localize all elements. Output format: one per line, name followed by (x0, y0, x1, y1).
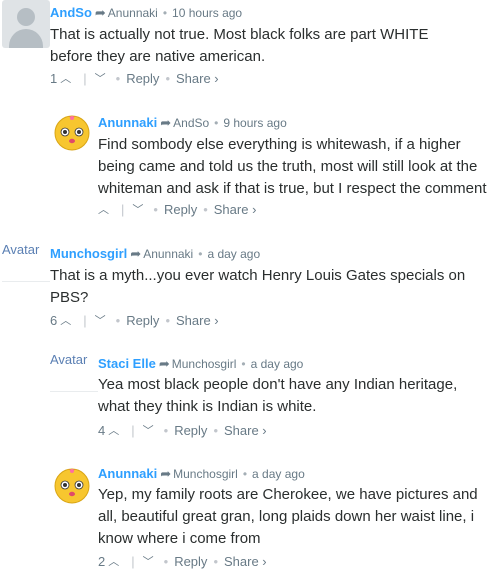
author-name[interactable]: Munchosgirl (50, 246, 127, 261)
comment: Anunnaki ➦ Munchosgirl • a day ago Yep, my f… (0, 463, 496, 574)
upvote-count: 4 (98, 422, 106, 438)
comment-actions: ︿ | ﹀ • Reply • Share › (98, 201, 256, 218)
separator-dot: • (198, 247, 203, 261)
vote-divider: | (83, 312, 87, 328)
parent-author[interactable]: AndSo (173, 116, 209, 130)
vote-divider: | (121, 201, 125, 217)
separator-dot: • (165, 312, 170, 328)
share-button[interactable]: Share › (176, 71, 219, 87)
separator-dot: • (242, 467, 248, 481)
upvote-icon[interactable]: ︿ (60, 313, 71, 329)
separator-dot: • (115, 312, 121, 328)
author-name[interactable]: Anunnaki (98, 115, 157, 130)
avatar-head-shape (17, 8, 35, 26)
comment: Avatar Munchosgirl ➦ Anunnaki • a day ago Th… (0, 243, 496, 333)
reply-arrow-icon: ➦ (158, 356, 170, 371)
separator-dot: • (165, 70, 170, 86)
separator-dot: • (203, 201, 208, 217)
timestamp[interactable]: 9 hours ago (223, 116, 286, 130)
upvote-count: 6 (50, 312, 58, 328)
downvote-icon[interactable]: ﹀ (143, 554, 154, 570)
timestamp[interactable]: a day ago (252, 467, 305, 481)
comment: AndSo ➦ Anunnaki • 10 hours ago That is actu… (0, 0, 496, 90)
downvote-icon[interactable]: ﹀ (143, 423, 154, 439)
author-name[interactable]: Staci Elle (98, 356, 156, 371)
reply-arrow-icon: ➦ (130, 246, 142, 261)
parent-author[interactable]: Munchosgirl (172, 357, 237, 371)
upvote-icon[interactable]: ︿ (108, 423, 119, 439)
reply-button[interactable]: Reply (174, 423, 207, 439)
share-button[interactable]: Share › (224, 423, 267, 439)
avatar-body-shape (9, 29, 43, 48)
avatar-image[interactable]: Avatar (50, 353, 98, 392)
share-button[interactable]: Share › (224, 554, 267, 570)
timestamp[interactable]: 10 hours ago (172, 6, 242, 20)
comment-meta: Munchosgirl ➦ Anunnaki • a day ago (50, 246, 260, 262)
upvote-icon[interactable]: ︿ (60, 71, 71, 87)
comment-meta: Anunnaki ➦ AndSo • 9 hours ago (98, 115, 287, 131)
vote-divider: | (131, 553, 135, 569)
comment-actions: 4 ︿ | ﹀ • Reply • Share › (98, 422, 267, 439)
comment-text: Yep, my family roots are Cherokee, we ha… (98, 486, 478, 547)
author-name[interactable]: Anunnaki (98, 466, 157, 481)
author-name[interactable]: AndSo (50, 5, 92, 20)
upvote-count: 2 (98, 553, 106, 569)
comment-meta: Anunnaki ➦ Munchosgirl • a day ago (98, 466, 305, 482)
downvote-icon[interactable]: ﹀ (132, 202, 143, 218)
reply-arrow-icon: ➦ (94, 5, 106, 20)
separator-dot: • (163, 422, 169, 438)
reply-arrow-icon: ➦ (160, 466, 172, 481)
reply-button[interactable]: Reply (126, 71, 159, 87)
upvote-icon[interactable]: ︿ (108, 554, 119, 570)
parent-author[interactable]: Munchosgirl (173, 467, 238, 481)
upvote-count: 1 (50, 70, 58, 86)
separator-dot: • (162, 6, 168, 20)
comment-text: Yea most black people don't have any Ind… (98, 376, 458, 415)
timestamp[interactable]: a day ago (207, 247, 260, 261)
separator-dot: • (213, 422, 218, 438)
reply-button[interactable]: Reply (174, 554, 207, 570)
emoji-avatar[interactable] (51, 463, 93, 505)
comment-actions: 6 ︿ | ﹀ • Reply • Share › (50, 312, 219, 329)
user-avatar[interactable] (2, 0, 50, 48)
separator-dot: • (214, 116, 219, 130)
separator-dot: • (153, 201, 158, 217)
separator-dot: • (213, 553, 218, 569)
downvote-icon[interactable]: ﹀ (95, 71, 106, 87)
reply-button[interactable]: Reply (126, 313, 159, 329)
reply-arrow-icon: ➦ (160, 115, 172, 130)
separator-dot: • (115, 70, 121, 86)
downvote-icon[interactable]: ﹀ (95, 313, 106, 329)
comment-text: That is a myth...you ever watch Henry Lo… (50, 267, 466, 306)
share-button[interactable]: Share › (176, 313, 219, 329)
comment-text: Find sombody else everything is whitewas… (98, 136, 487, 197)
comment-text: That is actually not true. Most black fo… (50, 26, 429, 65)
vote-divider: | (131, 422, 135, 438)
upvote-icon[interactable]: ︿ (98, 202, 109, 218)
comment: Avatar Staci Elle ➦ Munchosgirl • a day ago … (0, 353, 496, 443)
comment-meta: Staci Elle ➦ Munchosgirl • a day ago (98, 356, 303, 372)
emoji-avatar[interactable] (51, 110, 93, 152)
comment-actions: 1 ︿ | ﹀ • Reply • Share › (50, 70, 219, 87)
comment: Anunnaki ➦ AndSo • 9 hours ago Find sombody … (0, 110, 496, 220)
avatar-image[interactable]: Avatar (2, 243, 50, 282)
reply-button[interactable]: Reply (164, 202, 197, 218)
parent-author[interactable]: Anunnaki (143, 247, 193, 261)
vote-divider: | (83, 70, 87, 86)
comment-meta: AndSo ➦ Anunnaki • 10 hours ago (50, 5, 242, 21)
timestamp[interactable]: a day ago (251, 357, 304, 371)
separator-dot: • (241, 357, 246, 371)
parent-author[interactable]: Anunnaki (108, 6, 158, 20)
comment-actions: 2 ︿ | ﹀ • Reply • Share › (98, 553, 267, 570)
separator-dot: • (163, 553, 169, 569)
share-button[interactable]: Share › (214, 202, 257, 218)
